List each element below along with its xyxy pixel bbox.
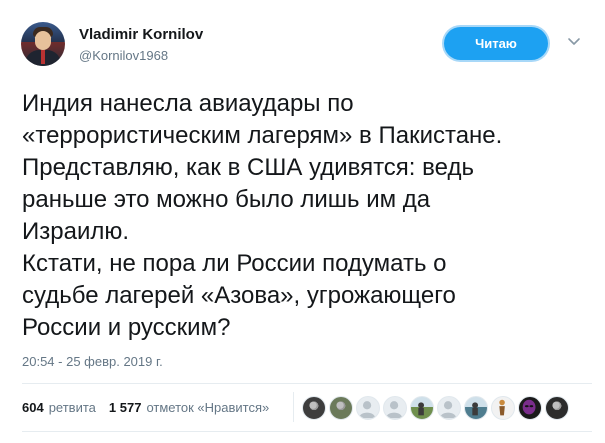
liker-avatar[interactable]: [383, 396, 407, 420]
retweets-count[interactable]: 604: [22, 400, 44, 415]
chevron-down-icon[interactable]: [567, 34, 581, 48]
stats-separator: [293, 392, 294, 422]
tweet-text: Индия нанесла авиаудары по «террористиче…: [22, 90, 503, 341]
liker-avatar[interactable]: [545, 396, 569, 420]
default-avatar-icon: [385, 401, 403, 419]
author-avatar[interactable]: [21, 22, 65, 66]
author-name[interactable]: Vladimir Kornilov: [79, 26, 203, 43]
liker-avatar[interactable]: [410, 396, 434, 420]
likers-avatar-row: [302, 396, 569, 420]
stats-bottom-divider: [22, 431, 592, 432]
figure-photo-icon: [499, 399, 505, 416]
liker-avatar[interactable]: [464, 396, 488, 420]
author-handle[interactable]: @Kornilov1968: [79, 48, 168, 63]
landscape-photo-icon: [472, 402, 479, 416]
default-avatar-icon: [439, 401, 457, 419]
liker-avatar[interactable]: [437, 396, 461, 420]
person-photo-icon: [336, 401, 344, 409]
stats-top-divider: [22, 383, 592, 384]
retweets-label[interactable]: ретвита: [49, 400, 96, 415]
tweet-stats: 604 ретвита 1 577 отметок «Нравится»: [22, 400, 269, 415]
liker-avatar[interactable]: [302, 396, 326, 420]
tweet-timestamp[interactable]: 20:54 - 25 февр. 2019 г.: [22, 354, 163, 369]
liker-avatar[interactable]: [518, 396, 542, 420]
likes-count[interactable]: 1 577: [109, 400, 142, 415]
default-avatar-icon: [358, 401, 376, 419]
alien-avatar-icon: [522, 399, 536, 415]
avatar-face: [35, 31, 51, 50]
liker-avatar[interactable]: [491, 396, 515, 420]
landscape-photo-icon: [418, 402, 425, 416]
follow-button[interactable]: Читаю: [444, 27, 548, 60]
avatar-tie: [41, 50, 45, 64]
liker-avatar[interactable]: [329, 396, 353, 420]
liker-avatar[interactable]: [356, 396, 380, 420]
likes-label[interactable]: отметок «Нравится»: [146, 400, 269, 415]
person-photo-icon: [552, 401, 560, 409]
person-photo-icon: [309, 401, 317, 409]
